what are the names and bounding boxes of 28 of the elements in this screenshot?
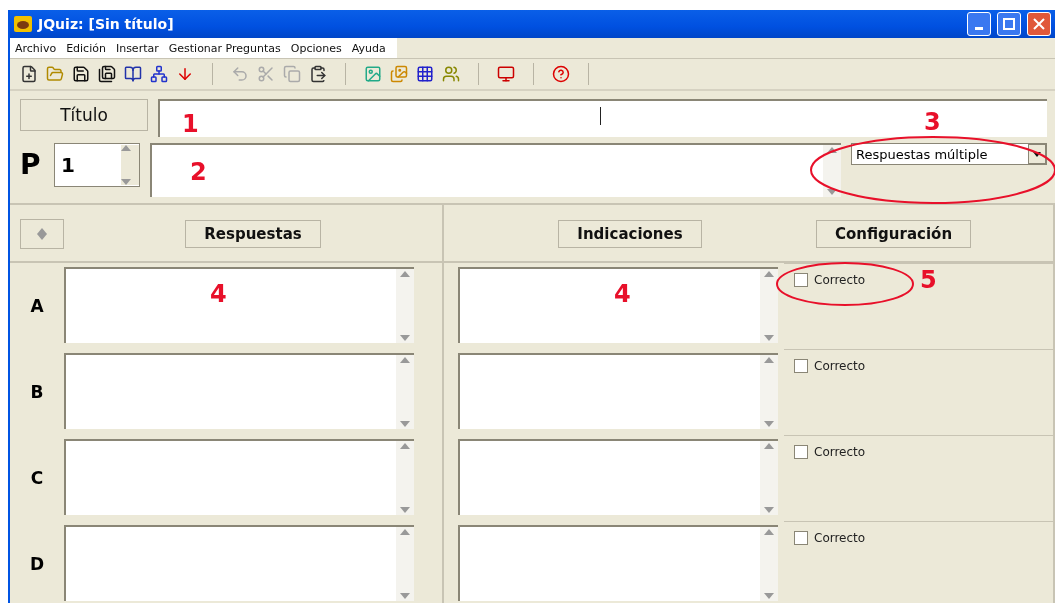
- correct-checkbox[interactable]: Correcto: [794, 273, 866, 287]
- menu-item[interactable]: Ayuda: [346, 41, 391, 55]
- answer-letter: A: [29, 295, 45, 318]
- annotation-number: 4: [614, 282, 631, 306]
- annotation-number: 4: [210, 282, 227, 306]
- window-title: JQuiz: [Sin título]: [38, 16, 175, 32]
- correct-checkbox[interactable]: Correcto: [794, 445, 866, 459]
- annotation-number: 3: [924, 110, 941, 134]
- correct-checkbox[interactable]: Correcto: [794, 359, 866, 373]
- question-label: P: [20, 147, 42, 183]
- menu-item[interactable]: Edición: [61, 41, 111, 55]
- correct-checkbox[interactable]: Correcto: [794, 531, 866, 545]
- title-button[interactable]: Título: [20, 99, 148, 131]
- settings-button[interactable]: Configuración: [816, 220, 972, 248]
- question-type-dropdown[interactable]: Respuestas múltiple: [851, 143, 1047, 165]
- menu-item[interactable]: Archivo: [10, 41, 62, 55]
- answer-letter: D: [28, 553, 46, 576]
- answer-letter: B: [29, 381, 45, 404]
- answer-letter: C: [29, 467, 45, 490]
- menu-item[interactable]: Opciones: [285, 41, 347, 55]
- menu-item[interactable]: Insertar: [110, 41, 164, 55]
- feedback-button[interactable]: Indicaciones: [558, 220, 702, 248]
- menu-item[interactable]: Gestionar Preguntas: [163, 41, 286, 55]
- annotation-number: 1: [182, 112, 199, 136]
- annotation-number: 2: [190, 160, 207, 184]
- question-number-spinner[interactable]: 1: [54, 143, 140, 187]
- answers-button[interactable]: Respuestas: [185, 220, 321, 248]
- annotation-number: 5: [920, 268, 937, 292]
